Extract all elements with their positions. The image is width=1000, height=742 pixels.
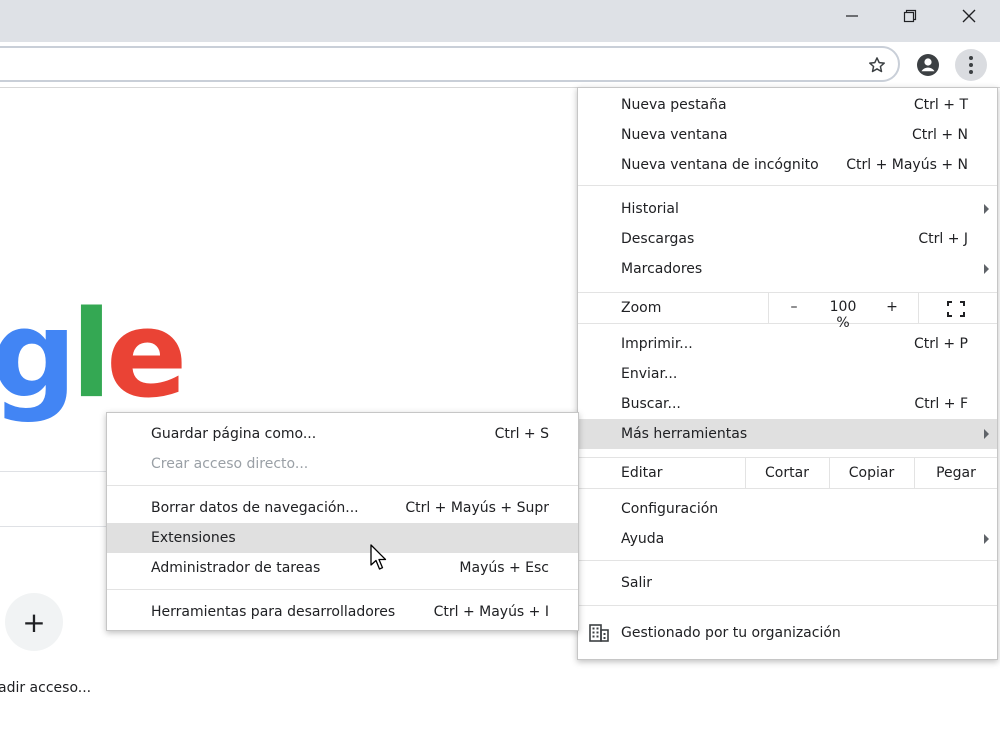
menu-item-cast[interactable]: Enviar... <box>578 359 997 389</box>
submenu-item-extensions[interactable]: Extensiones <box>107 523 578 553</box>
edit-row: Editar Cortar Copiar Pegar <box>578 457 997 489</box>
menu-item-shortcut: Ctrl + S <box>494 426 549 442</box>
bookmark-star-button[interactable] <box>862 50 892 80</box>
edit-label: Editar <box>621 465 663 481</box>
divider <box>918 293 919 323</box>
restore-icon <box>903 9 917 23</box>
menu-separator <box>107 485 578 486</box>
menu-item-downloads[interactable]: Descargas Ctrl + J <box>578 224 997 254</box>
menu-item-help[interactable]: Ayuda <box>578 524 997 554</box>
menu-item-label: Administrador de tareas <box>151 560 321 576</box>
submenu-item-clear-data[interactable]: Borrar datos de navegación... Ctrl + May… <box>107 493 578 523</box>
restore-button[interactable] <box>880 0 940 32</box>
menu-item-label: Imprimir... <box>621 336 693 352</box>
add-shortcut-label[interactable]: adir acceso... <box>0 680 91 696</box>
menu-item-find[interactable]: Buscar... Ctrl + F <box>578 389 997 419</box>
logo-letter-e: e <box>106 286 187 425</box>
submenu-arrow-icon <box>984 204 989 214</box>
mouse-cursor-icon <box>370 544 387 570</box>
menu-item-label: Herramientas para desarrolladores <box>151 604 396 620</box>
zoom-out-button[interactable]: – <box>785 299 803 315</box>
menu-item-shortcut: Ctrl + Mayús + N <box>846 157 968 173</box>
menu-separator <box>107 589 578 590</box>
menu-item-label: Borrar datos de navegación... <box>151 500 359 516</box>
submenu-item-save-page[interactable]: Guardar página como... Ctrl + S <box>107 419 578 449</box>
menu-item-shortcut: Ctrl + Mayús + I <box>433 604 549 620</box>
menu-item-print[interactable]: Imprimir... Ctrl + P <box>578 329 997 359</box>
logo-letter-l: l <box>70 286 112 425</box>
submenu-item-create-shortcut: Crear acceso directo... <box>107 449 578 479</box>
star-icon <box>869 57 885 73</box>
address-bar[interactable] <box>0 46 900 82</box>
paste-button[interactable]: Pegar <box>915 458 997 488</box>
menu-item-label: Buscar... <box>621 396 681 412</box>
copy-button[interactable]: Copiar <box>830 458 913 488</box>
menu-item-label: Guardar página como... <box>151 426 317 442</box>
zoom-level: 100 % <box>829 299 857 331</box>
zoom-row: Zoom – 100 % + <box>578 292 997 331</box>
menu-item-label: Historial <box>621 201 679 217</box>
menu-item-label: Enviar... <box>621 366 678 382</box>
more-tools-submenu: Guardar página como... Ctrl + S Crear ac… <box>106 412 579 631</box>
cut-button[interactable]: Cortar <box>746 458 828 488</box>
minimize-button[interactable] <box>822 0 882 32</box>
account-icon <box>917 54 939 76</box>
submenu-arrow-icon <box>984 534 989 544</box>
title-bar <box>0 0 1000 42</box>
menu-item-new-window[interactable]: Nueva ventana Ctrl + N <box>578 120 997 150</box>
building-icon <box>589 624 609 642</box>
menu-item-label: Extensiones <box>151 530 236 546</box>
menu-item-shortcut: Ctrl + J <box>918 231 968 247</box>
menu-item-shortcut: Ctrl + P <box>914 336 968 352</box>
menu-item-shortcut: Ctrl + Mayús + Supr <box>405 500 549 516</box>
menu-item-exit[interactable]: Salir <box>578 568 997 598</box>
menu-item-label: Nueva pestaña <box>621 97 727 113</box>
submenu-item-dev-tools[interactable]: Herramientas para desarrolladores Ctrl +… <box>107 597 578 627</box>
menu-item-label: Gestionado por tu organización <box>621 625 841 641</box>
menu-item-history[interactable]: Historial <box>578 194 997 224</box>
menu-separator <box>578 605 997 606</box>
menu-item-shortcut: Ctrl + N <box>911 127 968 143</box>
minimize-icon <box>846 15 858 17</box>
plus-icon: + <box>22 605 46 639</box>
menu-item-shortcut: Ctrl + T <box>913 97 968 113</box>
submenu-item-task-manager[interactable]: Administrador de tareas Mayús + Esc <box>107 553 578 583</box>
zoom-label: Zoom <box>621 300 662 316</box>
menu-item-shortcut: Mayús + Esc <box>459 560 549 576</box>
divider <box>768 293 769 323</box>
menu-item-label: Salir <box>621 575 653 591</box>
browser-toolbar <box>0 42 1000 88</box>
menu-item-label: Nueva ventana <box>621 127 728 143</box>
fullscreen-icon[interactable] <box>947 301 965 317</box>
google-logo: gle <box>0 286 187 425</box>
menu-item-new-tab[interactable]: Nueva pestaña Ctrl + T <box>578 90 997 120</box>
close-window-button[interactable] <box>939 0 999 32</box>
zoom-in-button[interactable]: + <box>883 299 901 315</box>
menu-item-label: Configuración <box>621 501 719 517</box>
add-shortcut-button[interactable]: + <box>5 593 63 651</box>
menu-item-managed[interactable]: Gestionado por tu organización <box>578 619 997 647</box>
menu-item-label: Más herramientas <box>621 426 748 442</box>
submenu-arrow-icon <box>984 264 989 274</box>
kebab-menu-icon <box>969 56 973 74</box>
menu-item-label: Descargas <box>621 231 695 247</box>
menu-item-label: Marcadores <box>621 261 703 277</box>
menu-item-label: Nueva ventana de incógnito <box>621 157 819 173</box>
menu-item-more-tools[interactable]: Más herramientas <box>578 419 997 449</box>
menu-item-bookmarks[interactable]: Marcadores <box>578 254 997 284</box>
submenu-arrow-icon <box>984 429 989 439</box>
menu-separator <box>578 185 997 186</box>
close-icon <box>962 9 976 23</box>
logo-letter-g: g <box>0 286 77 425</box>
menu-separator <box>578 560 997 561</box>
menu-item-label: Ayuda <box>621 531 665 547</box>
menu-item-incognito[interactable]: Nueva ventana de incógnito Ctrl + Mayús … <box>578 150 997 180</box>
profile-button[interactable] <box>913 50 943 80</box>
menu-item-settings[interactable]: Configuración <box>578 494 997 524</box>
chrome-menu-button[interactable] <box>955 49 987 81</box>
menu-item-label: Crear acceso directo... <box>151 456 309 472</box>
chrome-main-menu: Nueva pestaña Ctrl + T Nueva ventana Ctr… <box>577 87 998 660</box>
menu-item-shortcut: Ctrl + F <box>914 396 968 412</box>
